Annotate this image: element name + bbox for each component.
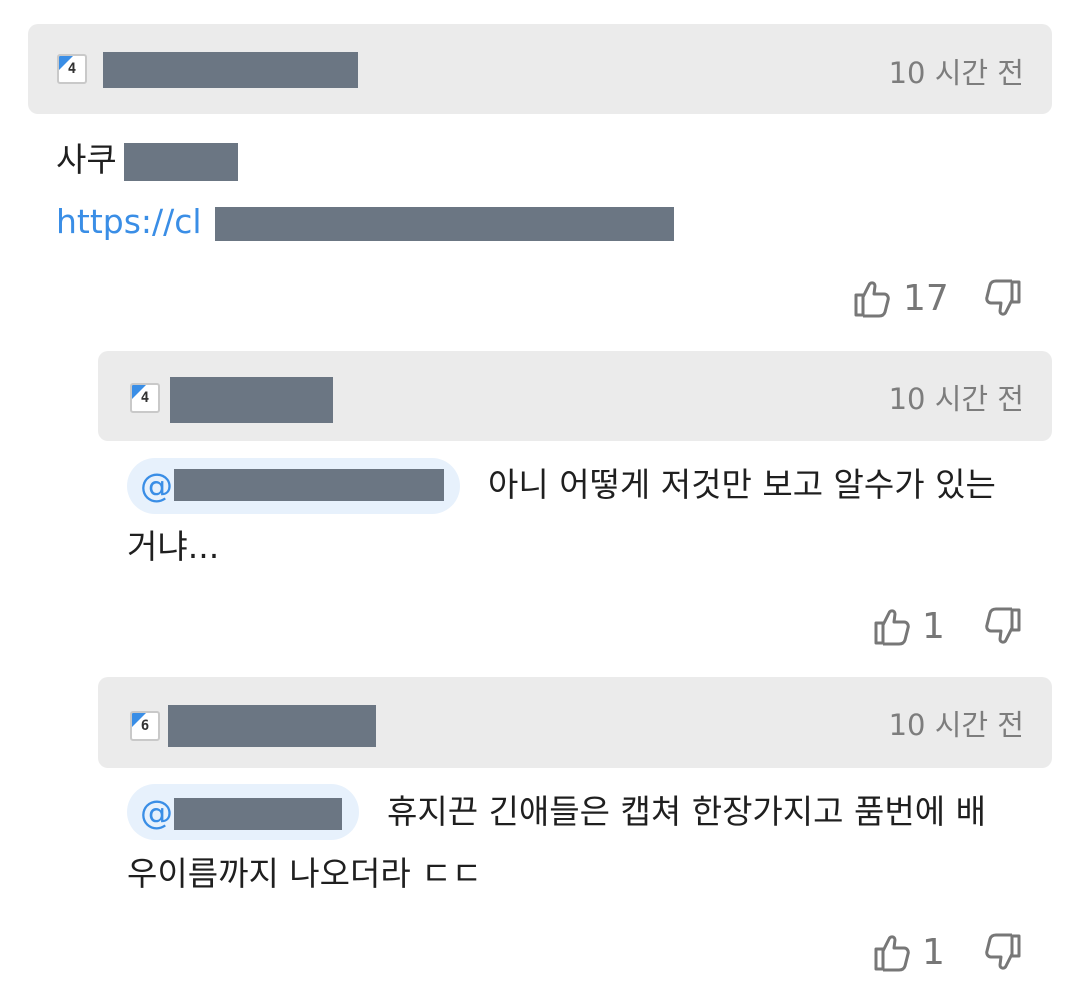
thumbs-up-icon[interactable] xyxy=(872,605,912,647)
comment-text-line2: 우이름까지 나오더라 ㄷㄷ xyxy=(127,854,482,893)
redacted-link xyxy=(215,207,674,241)
mention-at-sign: @ xyxy=(140,466,173,505)
redacted-text xyxy=(124,143,238,181)
comment-text: 사쿠 xyxy=(56,140,117,179)
thumbs-up-icon[interactable] xyxy=(852,277,892,319)
redacted-username[interactable] xyxy=(168,705,376,747)
comment-link[interactable]: https://cl xyxy=(56,203,202,241)
thumbs-down-icon[interactable] xyxy=(983,932,1023,974)
comment-text-line1: 아니 어떻게 저것만 보고 알수가 있는 xyxy=(488,465,996,504)
redacted-mention xyxy=(174,798,342,830)
comment-timestamp: 10 시간 전 xyxy=(888,382,1024,416)
like-count: 1 xyxy=(922,932,945,973)
comment-text-line2: 거냐... xyxy=(127,527,220,566)
mention-at-sign: @ xyxy=(140,793,173,832)
redacted-mention xyxy=(174,469,444,501)
level-badge-icon: 6 xyxy=(130,711,160,741)
thumbs-down-icon[interactable] xyxy=(983,278,1023,320)
comment-timestamp: 10 시간 전 xyxy=(888,708,1024,742)
like-count: 1 xyxy=(922,606,945,647)
level-badge-icon: 4 xyxy=(57,54,87,84)
comment-text-line1: 휴지끈 긴애들은 캡쳐 한장가지고 품번에 배 xyxy=(387,792,986,831)
redacted-username[interactable] xyxy=(103,52,358,88)
level-badge-icon: 4 xyxy=(130,383,160,413)
comment-timestamp: 10 시간 전 xyxy=(888,56,1024,90)
thumbs-up-icon[interactable] xyxy=(872,931,912,973)
like-count: 17 xyxy=(903,278,949,319)
redacted-username[interactable] xyxy=(170,377,333,423)
thumbs-down-icon[interactable] xyxy=(983,606,1023,648)
